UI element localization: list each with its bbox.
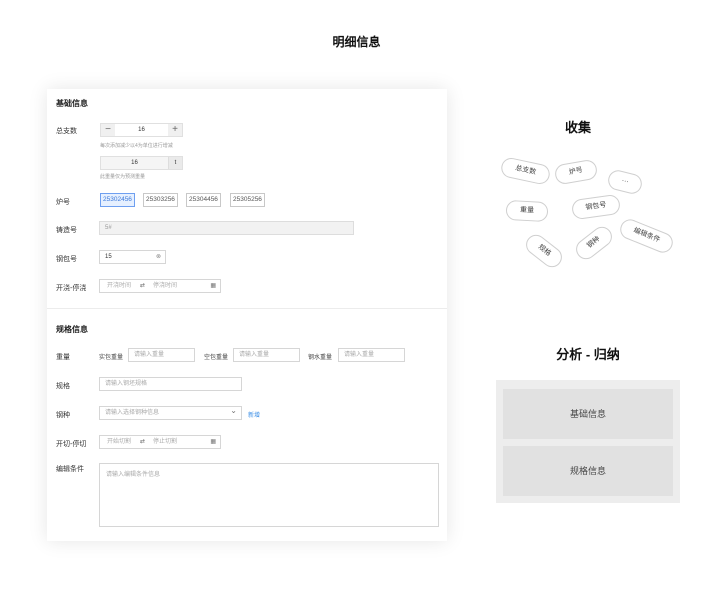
grade-label: 钢种 <box>56 412 70 419</box>
cut-end[interactable]: 停止切割 <box>153 436 177 448</box>
casting-label: 铸造号 <box>56 227 77 234</box>
predicted-weight-value: 16 <box>131 160 138 166</box>
grade-select-placeholder: 请输入选择钢种信息 <box>105 410 160 416</box>
pour-range-picker[interactable]: 开浇时间 ⇄ 停浇时间 ▦ <box>99 279 221 293</box>
furnace-tag[interactable]: 25302456 <box>100 193 135 207</box>
steel-water-input[interactable]: 请输入重量 <box>338 348 405 362</box>
spec-section-title: 规格信息 <box>56 325 88 334</box>
empty-weight-label: 空包重量 <box>204 355 229 361</box>
grade-select[interactable]: 请输入选择钢种信息 ⌄ <box>99 406 242 420</box>
calendar-icon: ▦ <box>210 283 216 289</box>
collect-title: 收集 <box>564 120 591 135</box>
cut-label: 开切-停切 <box>56 441 87 448</box>
total-stepper[interactable]: − 16 + <box>100 123 183 137</box>
group-basic-info: 基础信息 <box>503 389 673 439</box>
pour-start[interactable]: 开浇时间 <box>107 280 131 292</box>
swap-icon: ⇄ <box>140 283 146 289</box>
furnace-tag[interactable]: 25305256 <box>230 193 265 207</box>
furnace-tag[interactable]: 25303256 <box>143 193 178 207</box>
empty-weight-input[interactable]: 请输入重量 <box>233 348 300 362</box>
steel-pack-value: 15 <box>105 254 112 260</box>
calendar-icon: ▦ <box>210 439 216 445</box>
add-grade-link[interactable]: 新增 <box>248 410 260 419</box>
spec-input[interactable]: 请输入钢坯规格 <box>99 377 242 391</box>
furnace-tag[interactable]: 25304456 <box>186 193 221 207</box>
pour-label: 开浇-停浇 <box>56 285 87 292</box>
collect-pill: 重量 <box>505 199 549 223</box>
casting-input: 5# <box>99 221 354 235</box>
collect-pill: 钢种 <box>572 222 616 264</box>
clear-icon[interactable]: ⊗ <box>156 251 161 263</box>
swap-icon: ⇄ <box>140 439 146 445</box>
collect-pill: 炉号 <box>553 158 599 186</box>
collect-pill: 规格 <box>522 230 566 272</box>
decrement-button[interactable]: − <box>101 124 115 136</box>
increment-button[interactable]: + <box>168 124 182 136</box>
collect-pill: ··· <box>606 168 644 196</box>
steel-pack-label: 钢包号 <box>56 256 77 263</box>
page-title: 明细信息 <box>332 35 381 49</box>
section-divider <box>47 308 447 309</box>
steel-water-label: 钢水重量 <box>308 355 333 361</box>
weight-hint: 此重量仅为预测重量 <box>100 174 146 180</box>
total-label: 总支数 <box>56 128 77 135</box>
furnace-label: 炉号 <box>56 199 70 206</box>
pour-end[interactable]: 停浇时间 <box>153 280 177 292</box>
collect-pill: 钢包号 <box>570 193 622 221</box>
weight-label: 重量 <box>56 354 70 361</box>
predicted-weight-unit: t <box>168 157 182 169</box>
collect-pill: 总支数 <box>499 156 552 186</box>
actual-weight-input[interactable]: 请输入重量 <box>128 348 195 362</box>
analysis-title: 分析 - 归纳 <box>556 347 620 362</box>
detail-form-card: 基础信息 总支数 − 16 + 每次添加减少以4为单位进行增减 16 t 此重量… <box>47 89 447 541</box>
collect-pill: 编辑条件 <box>617 216 676 256</box>
cut-start[interactable]: 开始切割 <box>107 436 131 448</box>
cut-range-picker[interactable]: 开始切割 ⇄ 停止切割 ▦ <box>99 435 221 449</box>
chevron-down-icon: ⌄ <box>230 406 237 415</box>
predicted-weight-field: 16 t <box>100 156 183 170</box>
group-spec-info: 规格信息 <box>503 446 673 496</box>
actual-weight-label: 实包重量 <box>99 355 124 361</box>
steel-pack-input[interactable]: 15 ⊗ <box>99 250 166 264</box>
basic-section-title: 基础信息 <box>56 99 88 108</box>
total-hint: 每次添加减少以4为单位进行增减 <box>100 143 173 149</box>
analysis-group: 基础信息 规格信息 <box>496 380 680 503</box>
edit-label: 编辑条件 <box>56 466 84 473</box>
spec-label: 规格 <box>56 383 70 390</box>
edit-textarea[interactable]: 请输入编辑条件信息 <box>99 463 439 527</box>
total-value[interactable]: 16 <box>115 124 168 136</box>
